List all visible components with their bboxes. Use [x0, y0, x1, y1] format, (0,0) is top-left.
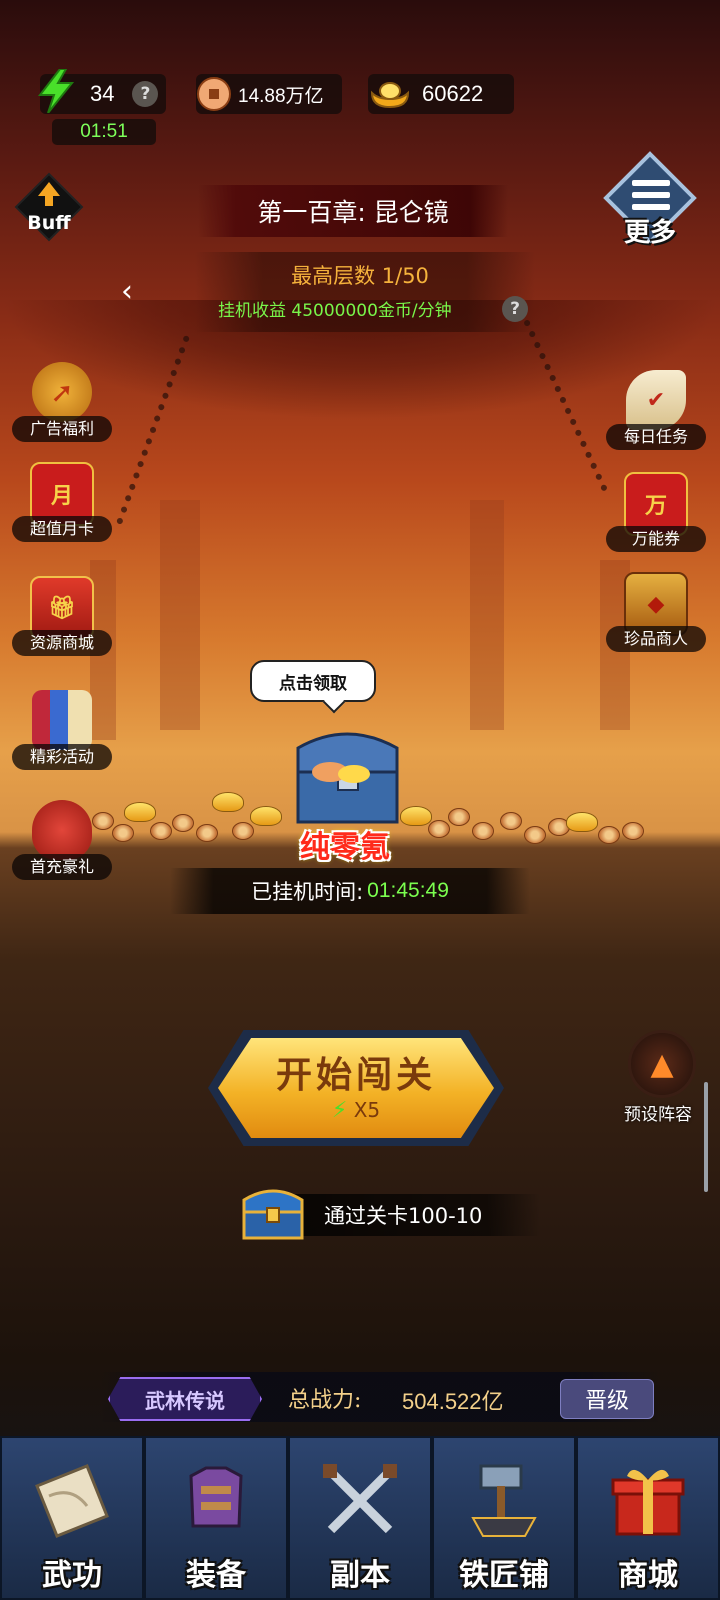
- total-power-value: 504.522亿: [402, 1389, 504, 1414]
- max-floor-text: 最高层数 1/50: [291, 264, 429, 288]
- chapter-title: 第一百章: 昆仑镜: [198, 185, 508, 237]
- treasure-chest-icon: [242, 1189, 304, 1240]
- idle-reward-chest[interactable]: [290, 728, 405, 826]
- side-button-month-card[interactable]: 月 超值月卡: [12, 462, 112, 542]
- idle-time-label: 已挂机时间:: [251, 880, 364, 904]
- nav-label: 副本: [330, 1558, 390, 1593]
- side-label: 精彩活动: [12, 744, 112, 770]
- side-button-daily-tasks[interactable]: ✔ 每日任务: [606, 370, 706, 450]
- background-pillar: [160, 500, 200, 730]
- idle-income-text: 挂机收益 45000000金币/分钟: [218, 301, 452, 321]
- gold-ingot: [124, 802, 156, 822]
- nav-label: 武功: [42, 1558, 102, 1593]
- idle-time-value: 01:45:49: [367, 879, 449, 902]
- copper-counter[interactable]: 14.88万亿: [196, 74, 342, 114]
- promote-button[interactable]: 晋级: [560, 1379, 654, 1419]
- lightning-bolt-icon: ⚡︎: [331, 1098, 348, 1123]
- energy-timer: 01:51: [52, 119, 156, 145]
- nav-label: 装备: [186, 1558, 246, 1593]
- side-label: 广告福利: [12, 416, 112, 442]
- scroll-books-icon: [32, 690, 92, 750]
- start-button-label: 开始闯关: [275, 1054, 436, 1096]
- side-label: 超值月卡: [12, 516, 112, 542]
- triangle-emblem-icon: ▲: [628, 1030, 696, 1098]
- side-label: 每日任务: [606, 424, 706, 450]
- gold-value: 60622: [422, 81, 484, 106]
- copper-value: 14.88万亿: [238, 85, 324, 107]
- stage-goal-text: 通过关卡100-10: [324, 1204, 483, 1228]
- nav-item-equipment[interactable]: 装备: [144, 1436, 288, 1600]
- more-label: 更多: [623, 218, 676, 248]
- nav-label: 商城: [618, 1558, 678, 1593]
- hammer-anvil-icon: [459, 1456, 549, 1546]
- stage-goal-reward[interactable]: 通过关卡100-10: [240, 1186, 540, 1242]
- side-button-ad-reward[interactable]: ➚ 广告福利: [12, 362, 112, 442]
- energy-counter[interactable]: 34 ?: [37, 69, 166, 114]
- side-button-resource-shop[interactable]: 🎁︎ 资源商城: [12, 576, 112, 656]
- idle-income-help-button[interactable]: ?: [502, 296, 528, 322]
- gold-ingot-icon: [370, 82, 410, 109]
- side-button-treasure-merchant[interactable]: ◆ 珍品商人: [606, 572, 706, 652]
- nav-item-martial-arts[interactable]: 武功: [0, 1436, 144, 1600]
- idle-time-bar: 已挂机时间: 01:45:49: [170, 868, 530, 914]
- nav-item-blacksmith[interactable]: 铁匠铺: [432, 1436, 576, 1600]
- scrollbar[interactable]: [704, 1082, 708, 1192]
- side-button-universal-voucher[interactable]: 万 万能券: [606, 472, 706, 552]
- buff-label: Buff: [27, 212, 71, 234]
- crossed-swords-icon: [315, 1456, 405, 1546]
- nav-item-shop[interactable]: 商城: [576, 1436, 720, 1600]
- preset-lineup-button[interactable]: ▲ 预设阵容: [610, 1030, 706, 1130]
- side-label: 万能券: [606, 526, 706, 552]
- gold-counter[interactable]: 60622: [368, 74, 514, 114]
- start-challenge-button[interactable]: 开始闯关 ⚡︎ X5: [208, 1030, 504, 1146]
- background-pillar: [470, 500, 504, 730]
- buff-button[interactable]: Buff: [14, 172, 84, 242]
- nav-label: 铁匠铺: [459, 1558, 549, 1593]
- side-label: 珍品商人: [606, 626, 706, 652]
- armor-icon: [171, 1456, 261, 1546]
- side-label: 资源商城: [12, 630, 112, 656]
- pure-free-label: 纯零氪: [300, 830, 390, 865]
- martial-scroll-icon: [27, 1456, 117, 1546]
- more-button[interactable]: 更多: [600, 150, 700, 250]
- ad-reward-icon: ➚: [32, 362, 92, 422]
- energy-help-button[interactable]: ?: [132, 81, 159, 107]
- scroll-icon: ✔: [626, 370, 686, 430]
- side-button-events[interactable]: 精彩活动: [12, 690, 112, 770]
- gift-shop-icon: [603, 1456, 693, 1546]
- bottom-nav: 武功 装备 副本 铁匠铺 商城: [0, 1436, 720, 1600]
- start-cost-value: X5: [353, 1098, 381, 1122]
- lightning-bolt-icon: [37, 69, 75, 113]
- energy-value: 34: [90, 81, 115, 106]
- start-button-cost: ⚡︎ X5: [208, 1098, 504, 1123]
- copper-coin-icon: [197, 77, 231, 111]
- rank-badge: 武林传说: [108, 1377, 262, 1421]
- gold-ingot: [212, 792, 244, 812]
- total-power-label: 总战力:: [288, 1388, 362, 1413]
- preset-lineup-label: 预设阵容: [624, 1105, 692, 1125]
- treasure-chest-icon: [296, 732, 399, 824]
- nav-item-dungeon[interactable]: 副本: [288, 1436, 432, 1600]
- claim-speech-bubble[interactable]: 点击领取: [250, 660, 376, 702]
